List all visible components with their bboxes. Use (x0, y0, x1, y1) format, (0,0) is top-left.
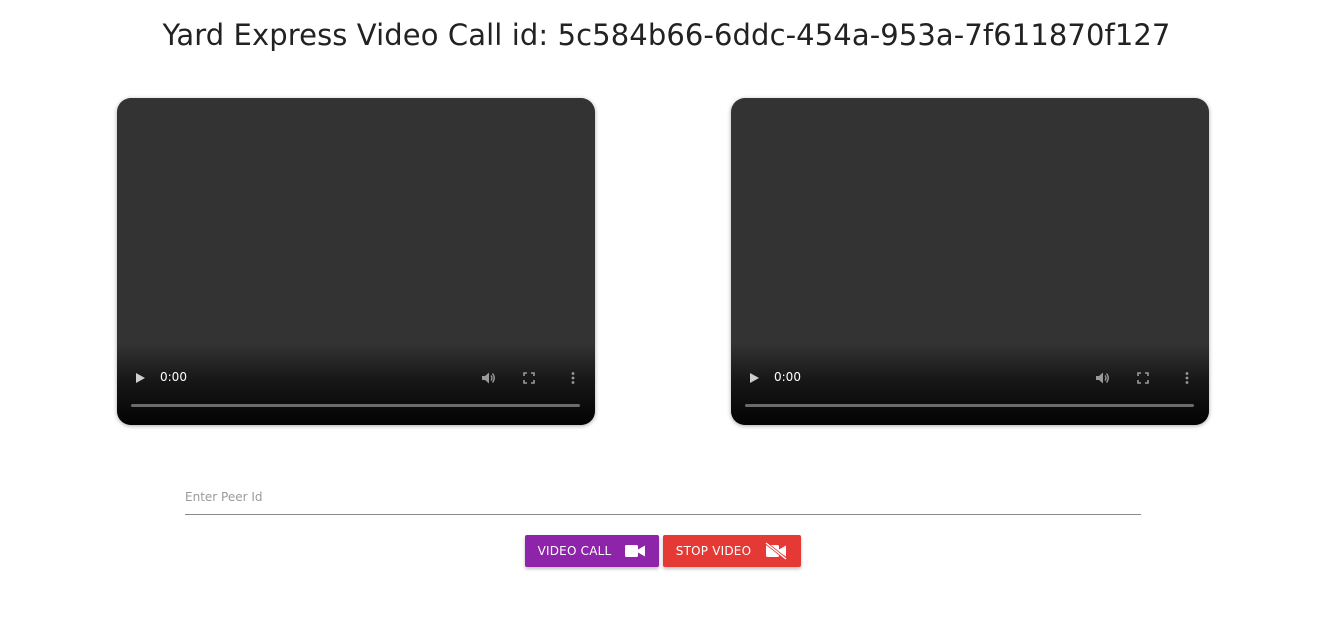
video-call-label: VIDEO CALL (537, 544, 612, 558)
more-vert-icon[interactable] (565, 370, 581, 386)
video-call-button[interactable]: VIDEO CALL (525, 535, 659, 567)
play-icon[interactable] (747, 371, 761, 385)
volume-icon[interactable] (480, 370, 496, 386)
volume-icon[interactable] (1094, 370, 1110, 386)
local-video-player[interactable]: 0:00 (117, 98, 595, 425)
more-vert-icon[interactable] (1179, 370, 1195, 386)
video-controls: 0:00 (117, 343, 595, 425)
time-display: 0:00 (160, 370, 187, 384)
fullscreen-icon[interactable] (1135, 370, 1151, 386)
peer-id-field (185, 480, 1141, 515)
stop-video-button[interactable]: STOP VIDEO (663, 535, 801, 567)
videocam-icon (624, 543, 646, 559)
fullscreen-icon[interactable] (521, 370, 537, 386)
page-title: Yard Express Video Call id: 5c584b66-6dd… (162, 18, 1171, 52)
stop-video-label: STOP VIDEO (675, 544, 752, 558)
peer-id-input[interactable] (185, 486, 1141, 508)
video-timeline[interactable] (745, 404, 1194, 407)
videocam-off-icon (764, 542, 788, 560)
remote-video-player[interactable]: 0:00 (731, 98, 1209, 425)
video-controls: 0:00 (731, 343, 1209, 425)
video-call-page: Yard Express Video Call id: 5c584b66-6dd… (0, 0, 1333, 622)
play-icon[interactable] (133, 371, 147, 385)
video-timeline[interactable] (131, 404, 580, 407)
time-display: 0:00 (774, 370, 801, 384)
